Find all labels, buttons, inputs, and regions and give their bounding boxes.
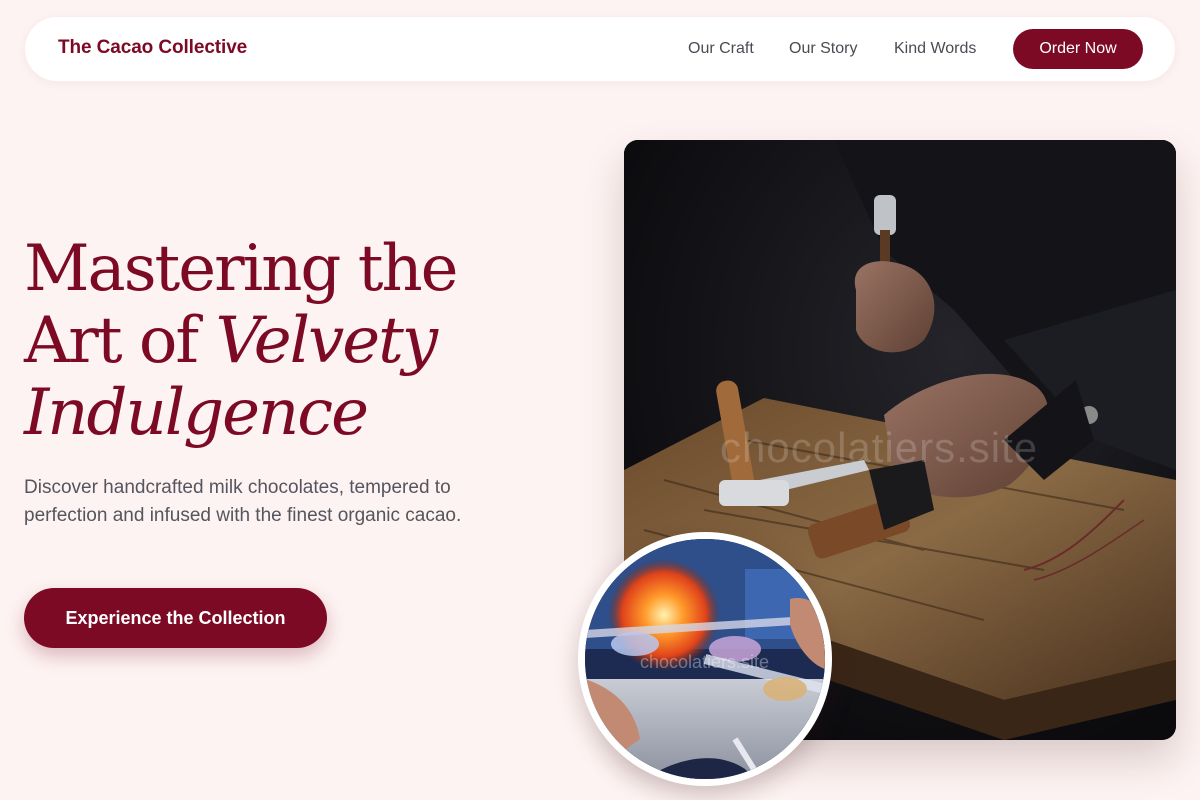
headline-line-1: Mastering the (24, 232, 459, 306)
hero-headline: Mastering the Art of Velvety Indulgence (24, 233, 544, 449)
brand-logo[interactable]: The Cacao Collective (58, 37, 247, 59)
headline-plain-text: Art of (24, 304, 216, 378)
experience-collection-button[interactable]: Experience the Collection (24, 588, 327, 648)
order-now-button[interactable]: Order Now (1013, 29, 1143, 69)
headline-italic-velvety: Velvety (215, 304, 438, 378)
inset-photo-watermark: chocolatiers.site (640, 652, 770, 672)
nav-link-our-craft[interactable]: Our Craft (688, 40, 754, 58)
hero-subtext: Discover handcrafted milk chocolates, te… (24, 477, 462, 526)
headline-italic-indulgence: Indulgence (24, 376, 369, 450)
top-navbar: The Cacao Collective Our Craft Our Story… (25, 17, 1175, 81)
main-photo-watermark: chocolatiers.site (720, 424, 1039, 471)
nav-link-kind-words[interactable]: Kind Words (894, 40, 976, 58)
nav-link-our-story[interactable]: Our Story (789, 40, 857, 58)
headline-line-2: Art of Velvety (24, 305, 544, 377)
headline-line-3: Indulgence (24, 377, 544, 449)
